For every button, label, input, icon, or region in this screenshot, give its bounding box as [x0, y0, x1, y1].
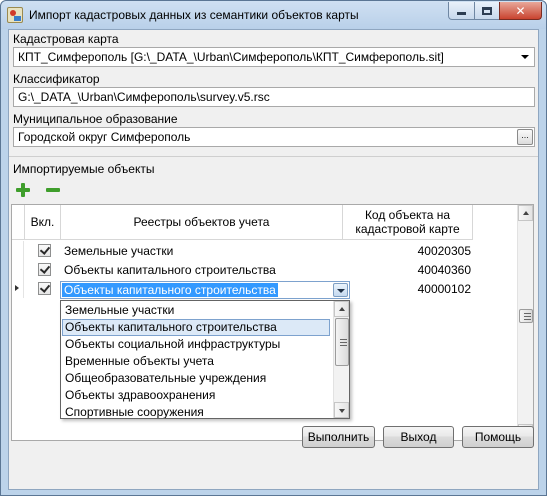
chevron-down-icon[interactable]: [333, 283, 348, 297]
column-header-code[interactable]: Код объекта на кадастровой карте: [343, 205, 473, 240]
dropdown-option[interactable]: Земельные участки: [62, 302, 330, 319]
minimize-button[interactable]: [448, 2, 475, 20]
row-checkbox[interactable]: [38, 282, 51, 295]
remove-row-icon[interactable]: [45, 182, 61, 198]
table-cell-registry[interactable]: Объекты капитального строительства: [64, 263, 276, 277]
exit-button[interactable]: Выход: [383, 426, 454, 448]
import-dialog-window: Импорт кадастровых данных из семантики о…: [0, 0, 547, 496]
cadastral-map-label: Кадастровая карта: [13, 32, 119, 46]
grip-line: [340, 345, 347, 346]
dropdown-scrollbar[interactable]: [333, 301, 349, 418]
table-cell-code[interactable]: 40040360: [346, 263, 471, 277]
app-map-icon: [7, 7, 23, 23]
add-row-icon[interactable]: [15, 182, 31, 198]
title-bar[interactable]: Импорт кадастровых данных из семантики о…: [1, 1, 546, 29]
maximize-button[interactable]: [474, 2, 500, 20]
dropdown-option-highlighted[interactable]: Объекты капитального строительства: [62, 319, 330, 336]
close-icon: ✕: [515, 3, 526, 18]
dropdown-option[interactable]: Объекты социальной инфраструктуры: [62, 336, 330, 353]
row-selector-current[interactable]: [12, 279, 24, 298]
table-cell-code[interactable]: 40020305: [346, 244, 471, 258]
table-scrollbar[interactable]: [517, 205, 533, 440]
cadastral-map-select[interactable]: КПТ_Симферополь [G:\_DATA_\Urban\Симферо…: [13, 47, 535, 67]
table-cell-registry[interactable]: Земельные участки: [64, 244, 173, 258]
dropdown-scroll-up-button[interactable]: [334, 301, 349, 317]
dropdown-option[interactable]: Временные объекты учета: [62, 353, 330, 370]
grip-line: [340, 342, 347, 343]
grip-line: [524, 313, 531, 314]
municipality-label: Муниципальное образование: [13, 112, 178, 126]
cadastral-map-value: КПТ_Симферополь [G:\_DATA_\Urban\Симферо…: [18, 50, 444, 64]
classifier-field[interactable]: G:\_DATA_\Urban\Симферополь\survey.v5.rs…: [13, 87, 535, 107]
grip-line: [524, 319, 531, 320]
classifier-value: G:\_DATA_\Urban\Симферополь\survey.v5.rs…: [18, 90, 270, 104]
current-row-arrow-icon: [15, 285, 19, 291]
section-divider: [9, 156, 538, 157]
chevron-down-icon[interactable]: [521, 55, 529, 59]
registry-combo-selected: Объекты капитального строительства: [62, 283, 278, 297]
grip-line: [524, 316, 531, 317]
dropdown-option[interactable]: Общеобразовательные учреждения: [62, 370, 330, 387]
registry-dropdown-list: Земельные участки Объекты капитального с…: [60, 300, 350, 419]
registry-combo-editor[interactable]: Объекты капитального строительства: [60, 281, 350, 299]
dropdown-option[interactable]: Объекты здравоохранения: [62, 387, 330, 404]
row-checkbox[interactable]: [38, 263, 51, 276]
browse-button[interactable]: ...: [517, 129, 533, 145]
row-selector[interactable]: [12, 260, 24, 279]
minimize-icon: [457, 12, 466, 15]
column-header-enabled[interactable]: Вкл.: [25, 205, 61, 240]
maximize-icon: [482, 6, 492, 15]
municipality-value: Городской округ Симферополь: [18, 130, 191, 144]
close-button[interactable]: ✕: [499, 2, 542, 20]
window-title: Импорт кадастровых данных из семантики о…: [29, 8, 359, 22]
column-header-registry[interactable]: Реестры объектов учета: [61, 205, 343, 240]
scroll-thumb[interactable]: [519, 309, 533, 323]
help-button[interactable]: Помощь: [462, 426, 534, 448]
grip-line: [340, 339, 347, 340]
dropdown-scroll-thumb[interactable]: [335, 318, 349, 366]
scroll-up-button[interactable]: [518, 205, 533, 221]
row-selector-header: [12, 205, 25, 240]
execute-button[interactable]: Выполнить: [302, 426, 375, 448]
dropdown-option[interactable]: Спортивные сооружения: [62, 404, 330, 418]
table-cell-code[interactable]: 40000102: [346, 282, 471, 296]
classifier-label: Классификатор: [13, 72, 100, 86]
row-checkbox[interactable]: [38, 244, 51, 257]
dropdown-scroll-down-button[interactable]: [334, 402, 349, 418]
imported-objects-label: Импортируемые объекты: [13, 162, 155, 176]
row-selector[interactable]: [12, 241, 24, 260]
municipality-field[interactable]: Городской округ Симферополь: [13, 127, 535, 147]
